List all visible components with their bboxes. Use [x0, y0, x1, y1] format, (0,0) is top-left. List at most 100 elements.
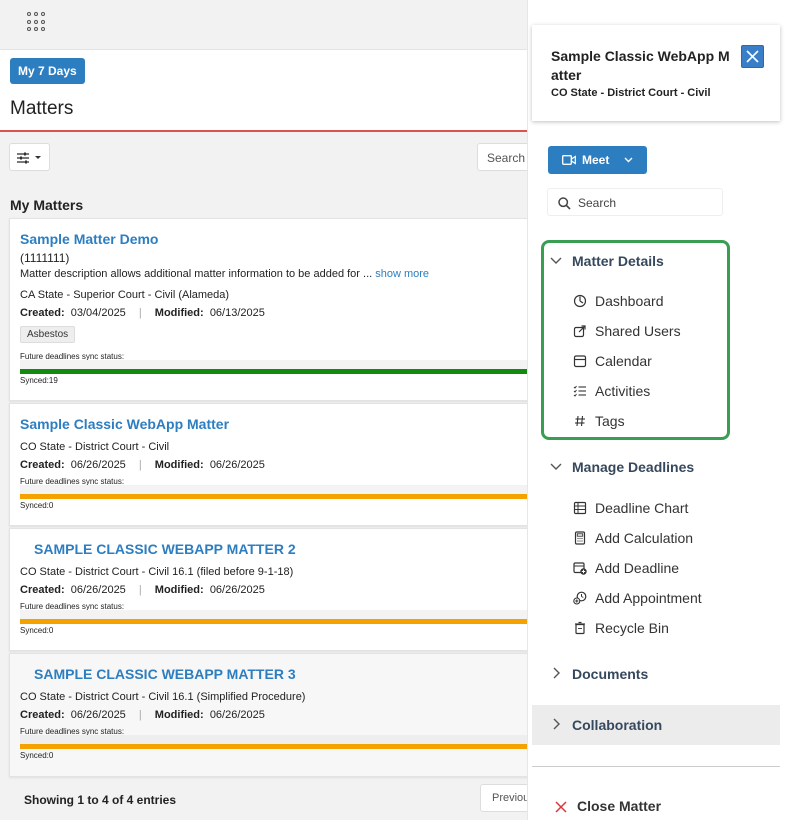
nav-calendar-label: Calendar — [595, 353, 652, 369]
synced-count: Synced:0 — [20, 501, 54, 510]
collaboration-label: Collaboration — [572, 717, 663, 733]
search-icon — [558, 197, 571, 210]
calendar-add-icon — [573, 562, 587, 575]
app-launcher-icon[interactable] — [27, 12, 47, 32]
chevron-down-icon — [550, 257, 562, 264]
synced-count: Synced:0 — [20, 751, 54, 760]
chevron-right-icon — [553, 667, 560, 679]
video-camera-icon — [562, 155, 576, 165]
my-7-days-button[interactable]: My 7 Days — [10, 58, 85, 84]
matter-card[interactable]: SAMPLE CLASSIC WEBAPP MATTER 3 CO State … — [9, 653, 527, 777]
nav-add-deadline-label: Add Deadline — [595, 560, 680, 576]
matter-info-card: Sample Classic WebApp Matter CO State - … — [532, 25, 780, 121]
share-icon — [573, 325, 586, 338]
meet-button[interactable]: Meet — [548, 146, 647, 174]
created-date: 06/26/2025 — [70, 459, 126, 471]
search-placeholder: Search — [578, 196, 617, 210]
matter-details-highlight — [541, 240, 730, 440]
page-header: My 7 Days Matters — [0, 50, 527, 132]
matter-card[interactable]: Sample Classic WebApp Matter CO State - … — [9, 403, 527, 526]
matter-title-link[interactable]: Sample Classic WebApp Matter — [20, 416, 229, 432]
modified-label: Modified: — [154, 709, 204, 721]
matter-details-label: Matter Details — [572, 253, 664, 269]
created-label: Created: — [20, 307, 65, 319]
close-panel-button[interactable] — [741, 45, 764, 68]
nav-add-appointment-label: Add Appointment — [595, 590, 702, 606]
nav-shared-users-label: Shared Users — [595, 323, 681, 339]
close-icon — [746, 50, 759, 63]
previous-page-button[interactable]: Previous — [480, 784, 527, 812]
matters-list-panel: My 7 Days Matters Search My Matters Samp… — [0, 0, 527, 820]
matter-description: Matter description allows additional mat… — [20, 268, 373, 280]
sync-progress-track — [20, 610, 527, 624]
hashtag-icon — [575, 415, 585, 427]
table-icon — [573, 501, 587, 515]
divider — [532, 766, 780, 767]
documents-label: Documents — [572, 666, 649, 682]
meet-label: Meet — [582, 153, 610, 167]
sync-progress-track — [20, 485, 527, 499]
sync-progress-track — [20, 360, 527, 374]
nav-dashboard-label: Dashboard — [595, 293, 664, 309]
top-bar — [0, 0, 527, 50]
matter-title-link[interactable]: Sample Matter Demo — [20, 231, 158, 247]
sync-progress-bar — [20, 494, 527, 499]
nav-deadline-chart-label: Deadline Chart — [595, 500, 689, 516]
sync-progress-track — [20, 735, 527, 749]
filter-dropdown-button[interactable] — [9, 143, 50, 171]
chevron-down-icon — [624, 157, 633, 163]
matter-court: CO State - District Court - Civil 16.1 (… — [20, 691, 306, 703]
sliders-icon — [17, 152, 41, 164]
modified-date: 06/26/2025 — [209, 459, 265, 471]
modified-label: Modified: — [154, 584, 204, 596]
sync-progress-bar — [20, 744, 527, 749]
matter-court: CA State - Superior Court - Civil (Alame… — [20, 289, 230, 301]
synced-count: Synced:19 — [20, 376, 58, 385]
entries-count: Showing 1 to 4 of 4 entries — [24, 793, 177, 807]
panel-matter-title: Sample Classic WebApp Matter — [551, 48, 730, 83]
created-date: 03/04/2025 — [70, 307, 126, 319]
matter-description-row: Matter description allows additional mat… — [20, 268, 429, 280]
nav-recycle-bin-label: Recycle Bin — [595, 620, 669, 636]
created-label: Created: — [20, 709, 65, 721]
dashboard-gauge-icon — [573, 294, 587, 308]
matter-court: CO State - District Court - Civil 16.1 (… — [20, 566, 294, 578]
matter-title-link[interactable]: SAMPLE CLASSIC WEBAPP MATTER 2 — [34, 541, 296, 557]
close-icon — [555, 801, 567, 813]
modified-label: Modified: — [154, 307, 204, 319]
panel-matter-court: CO State - District Court - Civil — [551, 87, 711, 99]
show-more-link[interactable]: show more — [375, 268, 429, 280]
chevron-down-icon — [550, 463, 562, 470]
matter-title-link[interactable]: SAMPLE CLASSIC WEBAPP MATTER 3 — [34, 666, 296, 682]
modified-date: 06/26/2025 — [209, 584, 265, 596]
matter-court: CO State - District Court - Civil — [20, 441, 170, 453]
calculator-icon — [574, 531, 586, 545]
created-label: Created: — [20, 459, 65, 471]
matter-card[interactable]: SAMPLE CLASSIC WEBAPP MATTER 2 CO State … — [9, 528, 527, 651]
section-label: My Matters — [10, 197, 84, 213]
synced-count: Synced:0 — [20, 626, 54, 635]
modified-label: Modified: — [154, 459, 204, 471]
matter-card[interactable]: Sample Matter Demo (1111111) Matter desc… — [9, 218, 527, 401]
sync-progress-bar — [20, 369, 527, 374]
calendar-icon — [573, 355, 587, 368]
matter-tag: Asbestos — [20, 326, 76, 343]
sync-progress-bar — [20, 619, 527, 624]
nav-add-calculation-label: Add Calculation — [595, 530, 694, 546]
nav-tags-label: Tags — [595, 413, 625, 429]
matter-side-panel: Sample Classic WebApp Matter CO State - … — [527, 0, 785, 820]
chevron-right-icon — [553, 718, 560, 730]
created-date: 06/26/2025 — [70, 584, 126, 596]
created-label: Created: — [20, 584, 65, 596]
panel-search-input[interactable]: Search — [547, 188, 723, 216]
modified-date: 06/13/2025 — [209, 307, 265, 319]
matter-dates: Created: 03/04/2025 | Modified: 06/13/20… — [20, 307, 265, 319]
manage-deadlines-label: Manage Deadlines — [572, 459, 695, 475]
matter-dates: Created: 06/26/2025 | Modified: 06/26/20… — [20, 709, 265, 721]
trash-icon — [575, 621, 585, 635]
appointment-add-icon — [573, 591, 587, 605]
matter-dates: Created: 06/26/2025 | Modified: 06/26/20… — [20, 584, 265, 596]
checklist-icon — [573, 385, 586, 397]
matters-search-input[interactable]: Search — [477, 143, 527, 171]
matter-number: (1111111) — [20, 251, 70, 265]
